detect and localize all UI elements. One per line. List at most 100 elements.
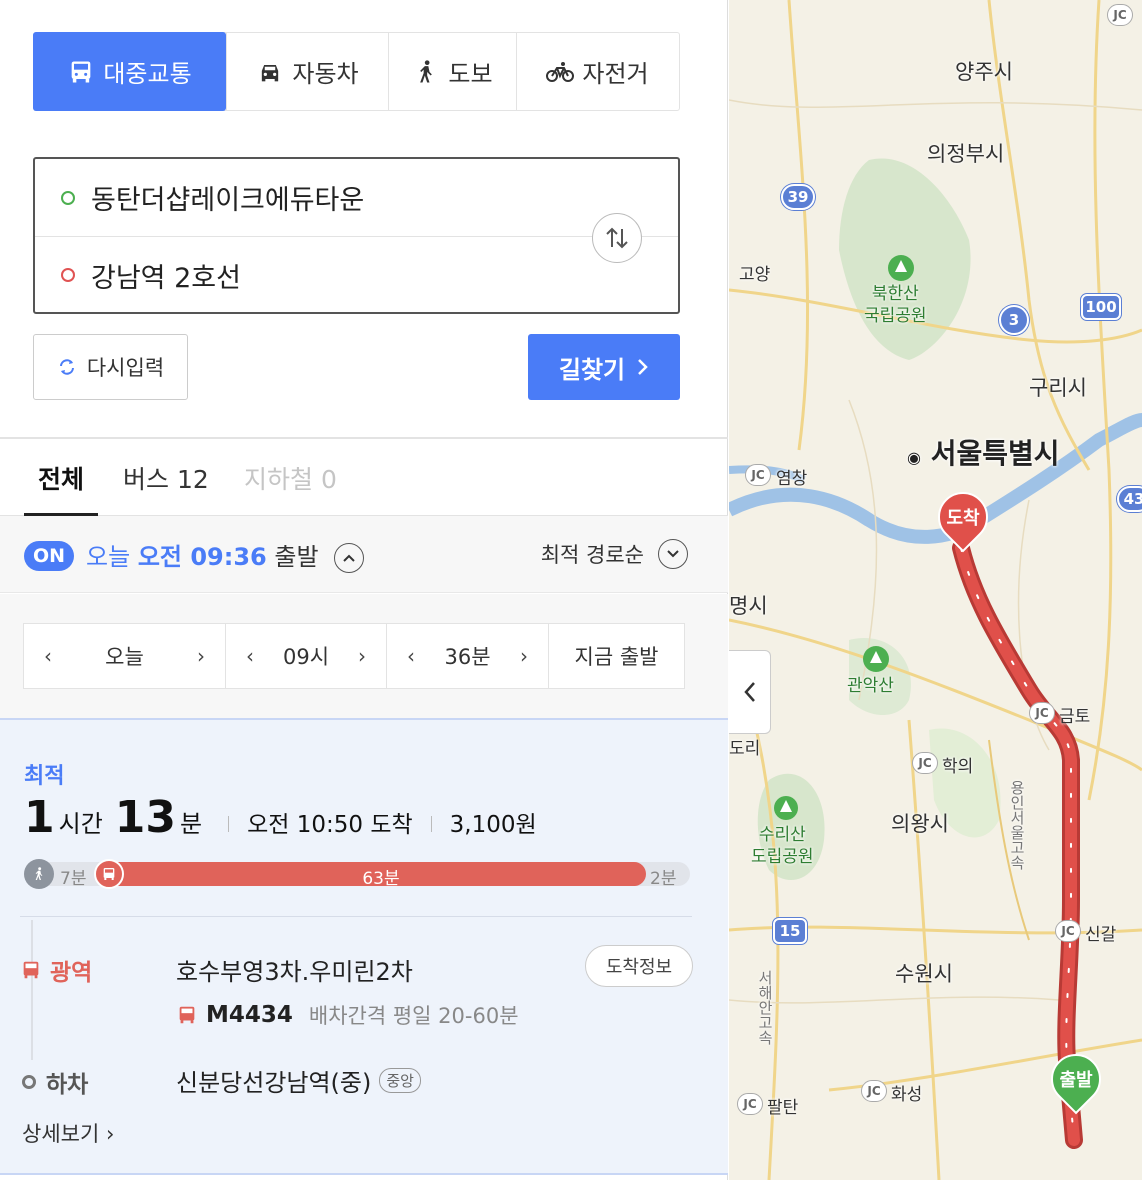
duration-hours-unit: 시간 [58, 810, 103, 838]
view-details-link[interactable]: 상세보기 › [22, 1118, 114, 1148]
tab-subway[interactable]: 지하철 0 [244, 439, 337, 516]
duration-minutes: 13 [114, 792, 177, 843]
day-value: 오늘 [105, 645, 144, 669]
origin-dot-icon [61, 190, 75, 205]
route-shield-43: 43 [1117, 486, 1142, 512]
map-label-paltan: 팔탄 [767, 1098, 799, 1118]
chevron-right-icon: › [105, 1122, 115, 1146]
bus-icon [23, 961, 39, 979]
departure-on-badge[interactable]: ON [24, 541, 74, 571]
origin-text: 동탄더샵레이크에듀타운 [91, 185, 365, 216]
alight-stop[interactable]: 신분당선강남역(중) 중앙 [176, 1063, 421, 1098]
map-view[interactable]: 양주시 의정부시 고양 북한산 국립공원 구리시 ◉ 서울특별시 JC 염창 명… [729, 0, 1142, 1180]
depart-now-button[interactable]: 지금 출발 [548, 623, 685, 689]
walk-icon [420, 59, 433, 82]
chevron-left-icon [743, 682, 755, 702]
walk-start-duration: 7분 [60, 869, 87, 889]
map-label-seoul: ◉ 서울특별시 [907, 432, 1060, 472]
map-label-uiwang: 의왕시 [891, 812, 949, 836]
tab-all[interactable]: 전체 [23, 439, 99, 516]
map-label-guri: 구리시 [1029, 376, 1087, 400]
map-label-suwon: 수원시 [895, 962, 953, 986]
city-dot-icon: ◉ [907, 448, 921, 467]
route-shield-15: 15 [773, 918, 807, 944]
board-type-label: 광역 [50, 960, 93, 986]
bicycle-icon [546, 61, 575, 82]
reset-button[interactable]: 다시입력 [33, 334, 188, 400]
walk-icon [24, 859, 54, 889]
map-label-geumto: 금토 [1059, 707, 1091, 727]
route-summary: 1 시간 13 분 오전 10:50 도착 3,100원 [24, 792, 537, 843]
route-shield-3: 3 [999, 305, 1029, 335]
jc-icon: JC [1055, 920, 1081, 942]
sort-label: 최적 경로순 [540, 543, 644, 567]
route-search-panel: 대중교통 자동차 도보 자전거 동탄더샵레이크에듀타운 강남역 2호선 다시입력 [0, 0, 728, 1180]
arrival-marker-label: 도착 [946, 508, 980, 529]
hour-next-button[interactable]: › [358, 644, 366, 668]
day-picker: ‹ 오늘 › [23, 623, 226, 689]
route-shield-100: 100 [1081, 294, 1121, 320]
swap-arrows-icon [606, 227, 628, 249]
collapse-panel-button[interactable] [729, 650, 771, 734]
mode-transit-button[interactable]: 대중교통 [33, 32, 226, 111]
tab-bus[interactable]: 버스 12 [123, 439, 209, 516]
map-label-seohaean-expressway: 서해안고속 [756, 970, 774, 1045]
departure-marker[interactable]: 출발 [1040, 1043, 1112, 1118]
chevron-right-icon [638, 359, 648, 375]
destination-dot-icon [61, 268, 75, 282]
origin-field[interactable]: 동탄더샵레이크에듀타운 [35, 159, 678, 236]
mode-transit-label: 대중교통 [103, 60, 192, 88]
summary-divider [228, 816, 230, 832]
map-label-singal: 신갈 [1085, 925, 1117, 945]
duration-minutes-unit: 분 [180, 810, 203, 838]
step-connector-line [31, 920, 33, 1060]
refresh-icon [59, 359, 74, 375]
mode-car-button[interactable]: 자동차 [226, 33, 388, 110]
bus-duration: 63분 [362, 869, 400, 889]
bus-icon [71, 61, 91, 82]
day-prev-button[interactable]: ‹ [44, 644, 52, 668]
destination-text: 강남역 2호선 [91, 262, 241, 294]
swap-button[interactable] [592, 213, 642, 263]
jc-icon: JC [737, 1093, 763, 1115]
minute-value: 36분 [444, 645, 491, 669]
hour-prev-button[interactable]: ‹ [246, 644, 254, 668]
jc-icon: JC [912, 752, 938, 774]
map-label-dori: 도리 [729, 739, 761, 759]
destination-field[interactable]: 강남역 2호선 [35, 236, 678, 313]
mode-walk-button[interactable]: 도보 [388, 33, 516, 110]
bus-number[interactable]: M4434 [206, 1002, 293, 1028]
chevron-down-icon [658, 539, 688, 569]
map-label-gwangmyeong: 명시 [729, 594, 768, 618]
day-next-button[interactable]: › [197, 644, 205, 668]
minute-picker: ‹ 36분 › [386, 623, 549, 689]
reset-label: 다시입력 [86, 356, 165, 380]
mode-bicycle-label: 자전거 [582, 60, 649, 88]
minute-prev-button[interactable]: ‹ [407, 644, 415, 668]
board-stop-name[interactable]: 호수부영3차.우미린2차 [176, 952, 413, 987]
sort-dropdown[interactable]: 최적 경로순 [541, 539, 688, 569]
map-label-yongin-seoul-expressway: 용인서울고속 [1008, 780, 1026, 870]
best-route-label: 최적 [24, 764, 65, 789]
mode-bicycle-button[interactable]: 자전거 [516, 33, 678, 110]
alight-stop-name: 신분당선강남역(중) [176, 1069, 372, 1097]
jc-icon: JC [861, 1080, 887, 1102]
departure-marker-label: 출발 [1059, 1070, 1093, 1091]
duration-hours: 1 [24, 792, 55, 843]
bus-icon [94, 859, 124, 889]
arrival-marker[interactable]: 도착 [927, 481, 999, 556]
map-label-yangju: 양주시 [955, 60, 1013, 84]
route-result-card[interactable]: 최적 1 시간 13 분 오전 10:50 도착 3,100원 7분 63분 2… [0, 718, 728, 1175]
arrival-info-button[interactable]: 도착정보 [585, 945, 693, 987]
alight-label: 하차 [46, 1072, 89, 1098]
minute-next-button[interactable]: › [520, 644, 528, 668]
tab-subway-label: 지하철 0 [244, 464, 337, 494]
summary-divider [430, 816, 432, 832]
result-divider [20, 916, 692, 917]
jc-icon: JC [1029, 702, 1055, 724]
departure-time-text[interactable]: 오늘 오전 09:36 출발 [86, 537, 365, 573]
bus-line-info: M4434 배차간격 평일 20-60분 [176, 1000, 519, 1030]
chevron-up-icon[interactable] [334, 543, 365, 573]
find-route-button[interactable]: 길찾기 [528, 334, 680, 400]
park-icon [888, 255, 914, 281]
